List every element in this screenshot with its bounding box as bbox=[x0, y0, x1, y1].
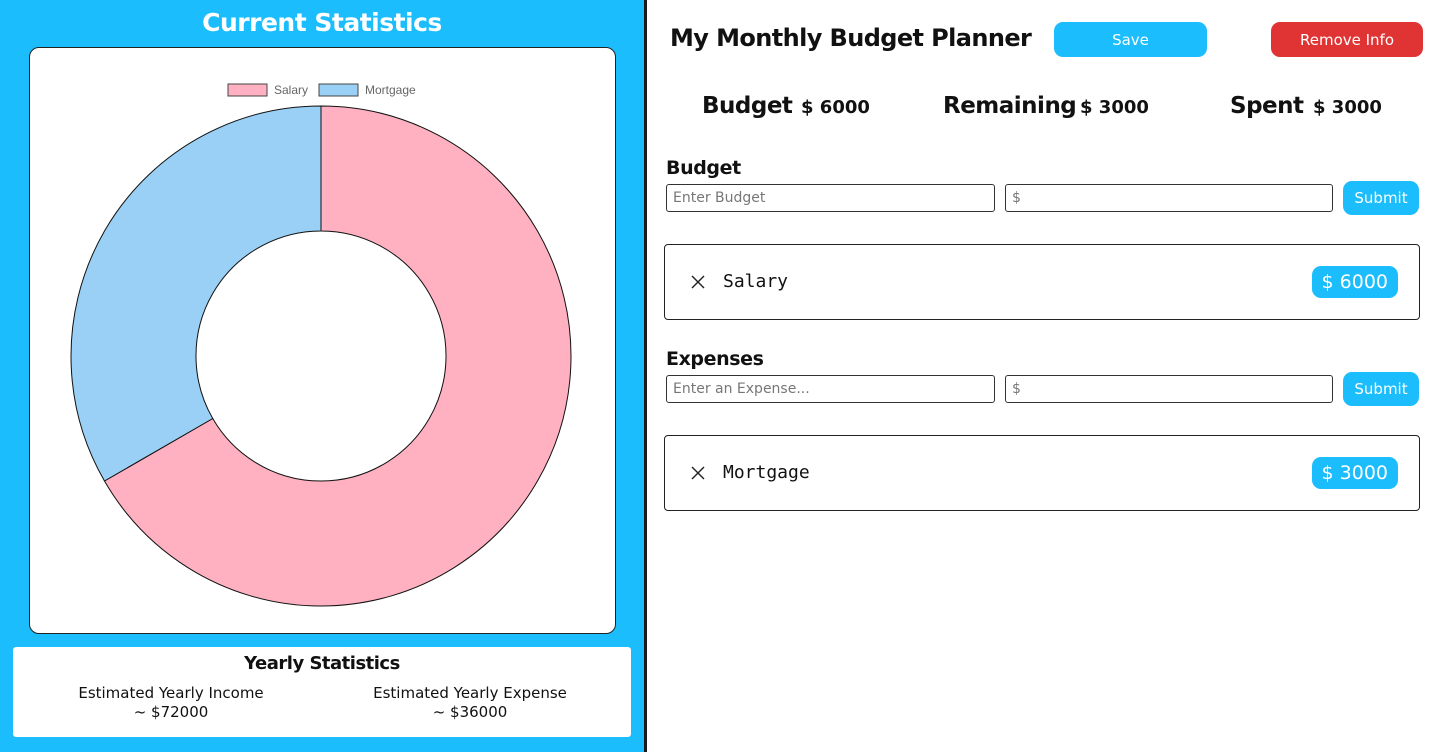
expenses-heading: Expenses bbox=[666, 348, 764, 370]
summary-spent-value: $ 3000 bbox=[1313, 97, 1382, 118]
statistics-panel: Current Statistics Salary Mortgage Yearly… bbox=[0, 0, 644, 752]
summary-budget-label: Budget bbox=[702, 93, 793, 119]
expense-item-name: Mortgage bbox=[723, 462, 810, 483]
expense-name-input[interactable] bbox=[666, 375, 995, 403]
budget-item-amount-badge: $ 6000 bbox=[1311, 266, 1398, 298]
yearly-expense: Estimated Yearly Expense ~ $36000 bbox=[320, 684, 620, 722]
budget-item-name: Salary bbox=[723, 271, 789, 292]
yearly-income-label: Estimated Yearly Income bbox=[78, 684, 264, 702]
legend-swatch bbox=[318, 83, 359, 97]
yearly-income: Estimated Yearly Income ~ $72000 bbox=[21, 684, 321, 722]
legend-label: Salary bbox=[274, 83, 308, 97]
donut-slice-mortgage[interactable] bbox=[70, 105, 322, 482]
summary-remaining-value: $ 3000 bbox=[1080, 97, 1149, 118]
budget-item: Salary $ 6000 bbox=[664, 244, 1420, 320]
expense-submit-button[interactable]: Submit bbox=[1343, 372, 1419, 406]
close-icon[interactable] bbox=[689, 273, 707, 291]
budget-heading: Budget bbox=[666, 157, 741, 179]
legend-item-mortgage[interactable]: Mortgage bbox=[318, 83, 416, 97]
budget-name-input[interactable] bbox=[666, 184, 995, 212]
chart-card: Salary Mortgage bbox=[29, 47, 616, 634]
expense-amount-input[interactable] bbox=[1005, 375, 1333, 403]
yearly-statistics-title: Yearly Statistics bbox=[244, 653, 400, 674]
yearly-expense-value: ~ $36000 bbox=[432, 703, 508, 721]
budget-amount-input[interactable] bbox=[1005, 184, 1333, 212]
yearly-expense-label: Estimated Yearly Expense bbox=[373, 684, 567, 702]
page-title: My Monthly Budget Planner bbox=[670, 24, 1032, 52]
legend-item-salary[interactable]: Salary bbox=[227, 83, 308, 97]
remove-info-button[interactable]: Remove Info bbox=[1271, 22, 1423, 57]
expense-item: Mortgage $ 3000 bbox=[664, 435, 1420, 511]
doughnut-chart: Salary Mortgage bbox=[70, 83, 572, 607]
budget-submit-button[interactable]: Submit bbox=[1343, 181, 1419, 215]
legend-label: Mortgage bbox=[365, 83, 416, 97]
summary-remaining-label: Remaining bbox=[943, 93, 1077, 119]
summary-budget-value: $ 6000 bbox=[801, 97, 870, 118]
panel-divider bbox=[644, 0, 647, 752]
summary-spent-label: Spent bbox=[1230, 93, 1304, 119]
statistics-title: Current Statistics bbox=[202, 8, 442, 37]
save-button[interactable]: Save bbox=[1054, 22, 1207, 57]
expense-item-amount-badge: $ 3000 bbox=[1311, 457, 1398, 489]
yearly-income-value: ~ $72000 bbox=[133, 703, 209, 721]
yearly-statistics-card: Yearly Statistics Estimated Yearly Incom… bbox=[13, 647, 631, 737]
close-icon[interactable] bbox=[689, 464, 707, 482]
legend-swatch bbox=[227, 83, 268, 97]
